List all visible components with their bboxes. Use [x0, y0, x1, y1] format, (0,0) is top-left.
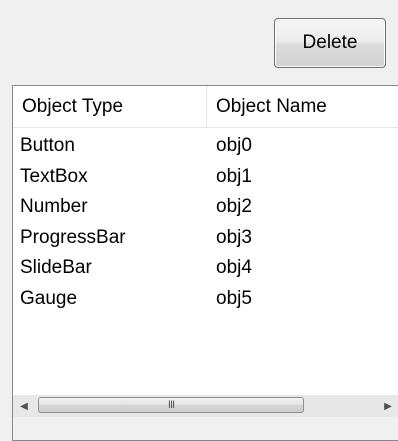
- object-type-cell: TextBox: [20, 165, 88, 187]
- column-header-object-type[interactable]: Object Type: [13, 86, 207, 127]
- object-name-cell: obj2: [216, 196, 252, 218]
- object-type-cell: Number: [20, 196, 88, 218]
- object-name-cell: obj3: [216, 226, 252, 248]
- column-header-object-name[interactable]: Object Name: [207, 86, 398, 127]
- list-header: Object Type Object Name: [13, 86, 398, 128]
- object-name-cell: obj1: [216, 165, 252, 187]
- scroll-right-arrow-icon[interactable]: ▶: [377, 395, 398, 417]
- scroll-left-arrow-icon[interactable]: ◀: [13, 395, 35, 417]
- object-type-cell: ProgressBar: [20, 226, 126, 248]
- object-list-view[interactable]: Object Type Object Name Button obj0 Text…: [12, 85, 398, 441]
- object-name-cell: obj0: [216, 135, 252, 157]
- list-item[interactable]: SlideBar obj4: [13, 253, 398, 284]
- delete-button[interactable]: Delete: [274, 18, 386, 68]
- list-item[interactable]: Number obj2: [13, 192, 398, 223]
- list-item[interactable]: TextBox obj1: [13, 162, 398, 193]
- object-name-cell: obj4: [216, 257, 252, 279]
- thumb-grip-icon: III: [167, 398, 175, 411]
- object-type-cell: SlideBar: [20, 257, 92, 279]
- list-bottom-area: [13, 417, 398, 440]
- object-type-cell: Button: [20, 135, 75, 157]
- object-name-cell: obj5: [216, 287, 252, 309]
- scrollbar-thumb[interactable]: III: [38, 397, 304, 413]
- list-item[interactable]: Gauge obj5: [13, 284, 398, 315]
- list-item[interactable]: ProgressBar obj3: [13, 223, 398, 254]
- object-type-cell: Gauge: [20, 287, 78, 309]
- list-rows: Button obj0 TextBox obj1 Number obj2 Pro…: [13, 131, 398, 314]
- horizontal-scrollbar[interactable]: ◀ III ▶: [13, 395, 398, 417]
- list-item[interactable]: Button obj0: [13, 131, 398, 162]
